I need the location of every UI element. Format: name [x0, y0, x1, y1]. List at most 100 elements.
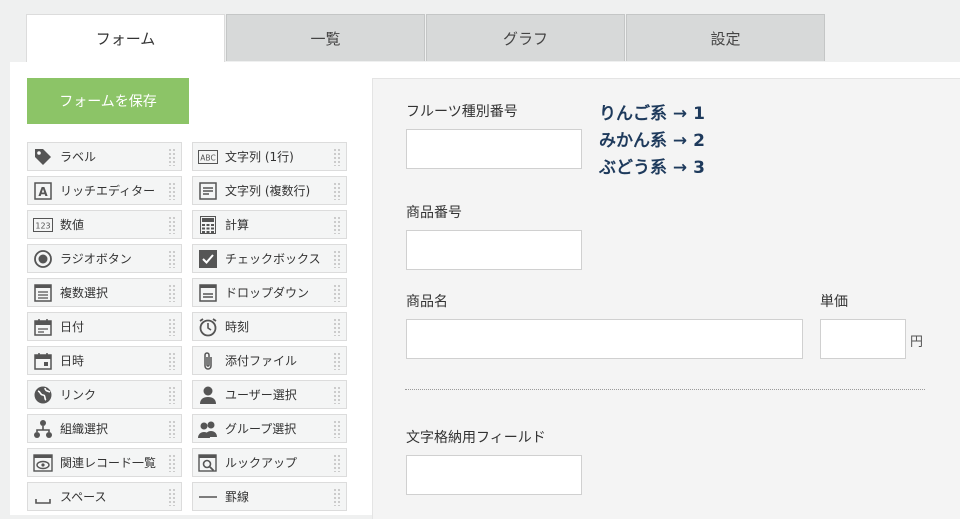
tab-graph[interactable]: グラフ [426, 14, 625, 61]
palette-item-radio[interactable]: ラジオボタン [27, 244, 182, 273]
drag-handle [168, 318, 177, 336]
label-icon [32, 146, 54, 168]
link-icon [32, 384, 54, 406]
palette-item-text: スペース [60, 490, 107, 504]
drag-handle [168, 386, 177, 404]
drag-handle [168, 454, 177, 472]
tab-bar: フォーム 一覧 グラフ 設定 [26, 14, 826, 62]
palette-item-text: 添付ファイル [225, 354, 298, 368]
palette-item-text: ユーザー選択 [225, 388, 297, 402]
number-icon: 123 [32, 214, 54, 236]
svg-text:ABC: ABC [200, 153, 215, 162]
palette-item-text: ラジオボタン [60, 252, 132, 266]
fruit-type-input[interactable] [406, 129, 582, 169]
user-icon [197, 384, 219, 406]
drag-handle [333, 318, 342, 336]
space-icon [32, 486, 54, 508]
palette-item-text-line[interactable]: ABC 文字列 (1行) [192, 142, 347, 171]
palette-item-number[interactable]: 123 数値 [27, 210, 182, 239]
palette-item-user-select[interactable]: ユーザー選択 [192, 380, 347, 409]
palette-item-text-multiline[interactable]: 文字列 (複数行) [192, 176, 347, 205]
palette-item-text: リッチエディター [60, 184, 156, 198]
checkbox-icon [197, 248, 219, 270]
unit-price-suffix: 円 [910, 335, 924, 350]
palette-item-space[interactable]: スペース [27, 482, 182, 511]
palette-item-text: 罫線 [225, 490, 250, 504]
palette-item-text: 日時 [60, 354, 85, 368]
datetime-icon [32, 350, 54, 372]
palette-item-rich-editor[interactable]: A リッチエディター [27, 176, 182, 205]
palette-item-date[interactable]: 日付 [27, 312, 182, 341]
palette-item-text: 文字列 (複数行) [225, 184, 311, 198]
multi-select-icon [32, 282, 54, 304]
palette-item-dropdown[interactable]: ドロップダウン [192, 278, 347, 307]
product-name-input[interactable] [406, 319, 803, 359]
palette-item-multi-select[interactable]: 複数選択 [27, 278, 182, 307]
group-icon [197, 418, 219, 440]
palette-item-link[interactable]: リンク [27, 380, 182, 409]
drag-handle [333, 216, 342, 234]
text-storage-label: 文字格納用フィールド [406, 430, 546, 446]
note-line: みかん系 → 2 [599, 131, 705, 151]
dropdown-icon [197, 282, 219, 304]
palette-item-text: 関連レコード一覧 [60, 456, 157, 470]
palette-item-text: 組織選択 [60, 422, 109, 436]
radio-icon [32, 248, 54, 270]
palette-item-text: ドロップダウン [225, 286, 310, 300]
drag-handle [168, 352, 177, 370]
tab-settings[interactable]: 設定 [626, 14, 825, 61]
palette-item-text: ラベル [60, 150, 97, 164]
palette-item-group-select[interactable]: グループ選択 [192, 414, 347, 443]
palette-item-text: 計算 [225, 218, 250, 232]
product-name-label: 商品名 [406, 294, 448, 310]
palette-item-related-records[interactable]: 関連レコード一覧 [27, 448, 182, 477]
text-multiline-icon [197, 180, 219, 202]
form-canvas: フルーツ種別番号 りんご系 → 1 みかん系 → 2 ぶどう系 → 3 商品番号… [372, 78, 960, 519]
calculator-icon [197, 214, 219, 236]
drag-handle [333, 182, 342, 200]
unit-price-input[interactable] [820, 319, 906, 359]
palette-item-text: 日付 [60, 320, 85, 334]
palette-item-time[interactable]: 時刻 [192, 312, 347, 341]
section-divider [405, 389, 925, 390]
unit-price-label: 単価 [820, 294, 848, 310]
fruit-code-note: りんご系 → 1 みかん系 → 2 ぶどう系 → 3 [599, 101, 705, 182]
palette-item-calculation[interactable]: 計算 [192, 210, 347, 239]
drag-handle [333, 284, 342, 302]
palette-item-org-select[interactable]: 組織選択 [27, 414, 182, 443]
date-icon [32, 316, 54, 338]
fruit-type-label: フルーツ種別番号 [406, 104, 518, 120]
palette-item-lookup[interactable]: ルックアップ [192, 448, 347, 477]
palette-item-text: グループ選択 [225, 422, 297, 436]
save-form-button[interactable]: フォームを保存 [27, 78, 189, 124]
clock-icon [197, 316, 219, 338]
palette-item-text: 複数選択 [60, 286, 109, 300]
drag-handle [168, 420, 177, 438]
palette-item-datetime[interactable]: 日時 [27, 346, 182, 375]
drag-handle [168, 148, 177, 166]
text-storage-input[interactable] [406, 455, 582, 495]
org-select-icon [32, 418, 54, 440]
palette-item-line[interactable]: 罫線 [192, 482, 347, 511]
lookup-icon [197, 452, 219, 474]
tab-list[interactable]: 一覧 [226, 14, 425, 61]
palette-item-checkbox[interactable]: チェックボックス [192, 244, 347, 273]
text-line-icon: ABC [197, 146, 219, 168]
palette-item-label[interactable]: ラベル [27, 142, 182, 171]
product-number-label: 商品番号 [406, 205, 462, 221]
palette-item-text: リンク [60, 388, 97, 402]
drag-handle [168, 284, 177, 302]
drag-handle [333, 386, 342, 404]
palette-item-text: ルックアップ [225, 456, 298, 470]
palette-item-text: チェックボックス [225, 252, 321, 266]
drag-handle [333, 420, 342, 438]
palette-item-attachment[interactable]: 添付ファイル [192, 346, 347, 375]
tab-form[interactable]: フォーム [26, 14, 225, 62]
product-number-input[interactable] [406, 230, 582, 270]
drag-handle [168, 182, 177, 200]
drag-handle [333, 454, 342, 472]
palette-item-text: 文字列 (1行) [225, 150, 294, 164]
palette-item-text: 時刻 [225, 320, 250, 334]
rich-editor-icon: A [32, 180, 54, 202]
svg-text:A: A [38, 185, 48, 199]
